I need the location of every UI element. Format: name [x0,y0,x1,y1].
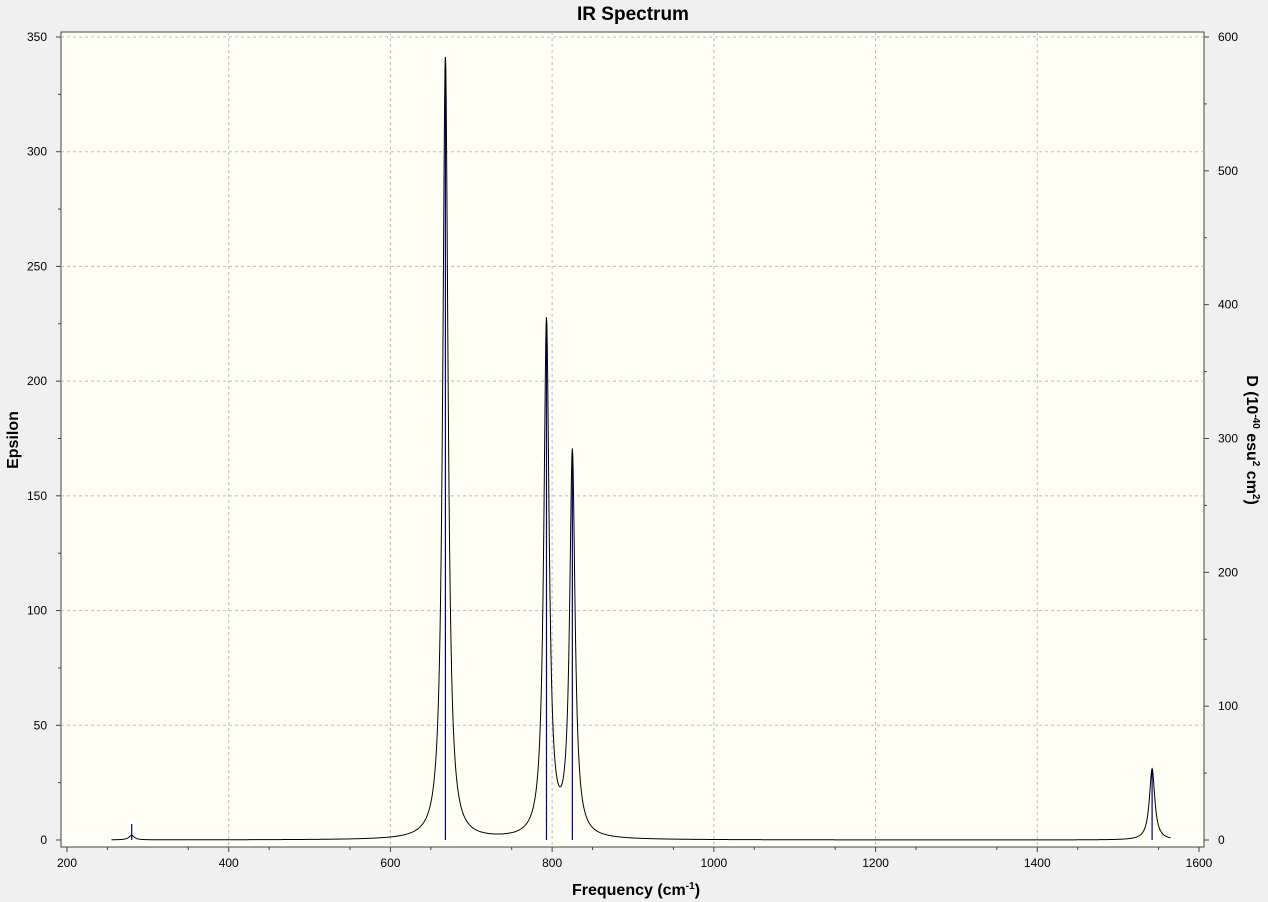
y-right-tick-label: 200 [1218,565,1238,579]
y-axis-label-left: Epsilon [5,411,22,469]
x-tick-label: 200 [57,856,77,870]
ir-spectrum-chart: 200 400 600 800 1000 1200 1400 1600050100150200… [5,4,1261,899]
y-left-tick-label: 350 [27,30,47,44]
x-tick-label: 1200 [862,856,889,870]
chart-title: IR Spectrum [577,4,689,25]
y-right-tick-label: 600 [1218,30,1238,44]
x-tick-label: 800 [542,856,562,870]
y-axis-label-right: D (10-40 esu2 cm2) [1243,375,1261,505]
x-tick-label: 600 [380,856,400,870]
y-left-tick-label: 100 [27,604,47,618]
y-left-tick-label: 50 [34,718,48,732]
y-left-tick-label: 150 [27,489,47,503]
x-tick-label: 1000 [701,856,728,870]
y-left-tick-label: 200 [27,374,47,388]
x-tick-label: 1400 [1024,856,1051,870]
y-right-tick-label: 500 [1218,164,1238,178]
y-right-tick-label: 0 [1218,833,1225,847]
x-tick-label: 1600 [1186,856,1213,870]
y-right-tick-label: 100 [1218,699,1238,713]
y-left-tick-label: 250 [27,259,47,273]
x-tick-label: 400 [219,856,239,870]
y-left-tick-label: 0 [40,833,47,847]
x-axis-label: Frequency (cm-1) [572,881,700,899]
y-right-tick-label: 300 [1218,432,1238,446]
plot-area [60,31,1205,848]
y-left-tick-label: 300 [27,145,47,159]
y-right-tick-label: 400 [1218,298,1238,312]
